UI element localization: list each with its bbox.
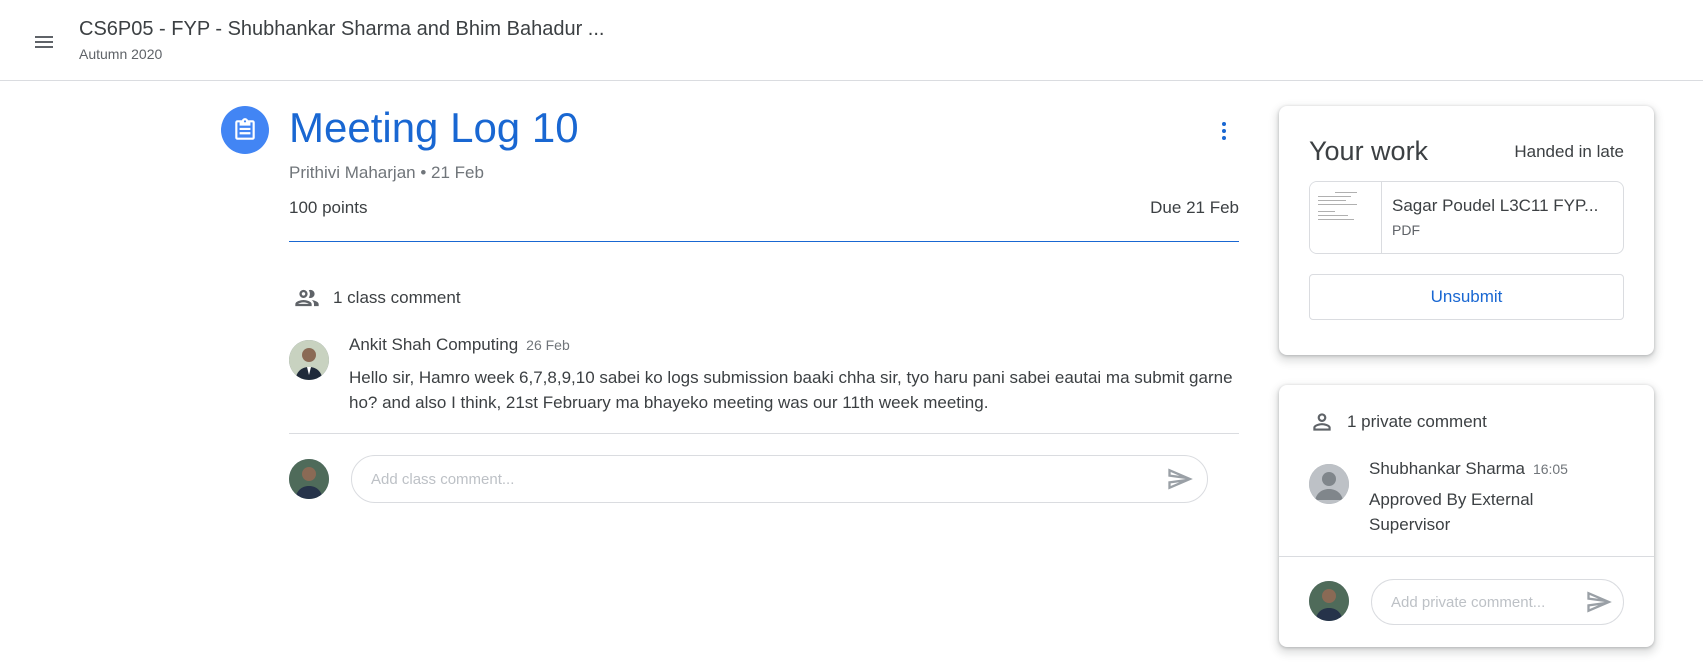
attachment-name: Sagar Poudel L3C11 FYP... [1392,196,1599,215]
title-divider [289,241,1239,242]
class-term: Autumn 2020 [79,46,163,62]
class-title[interactable]: CS6P05 - FYP - Shubhankar Sharma and Bhi… [79,18,604,41]
more-vert-icon [1222,122,1226,140]
attachment-thumbnail [1310,182,1382,253]
people-icon [295,289,319,307]
assignment-author-date: Prithivi Maharjan • 21 Feb [289,163,484,182]
send-icon [1168,468,1193,490]
private-comment-text: Approved By External Supervisor [1369,490,1534,534]
attachment-type: PDF [1392,222,1420,238]
private-comment-author: Shubhankar Sharma 16:05 [1369,459,1568,479]
comment-text: Hello sir, Hamro week 6,7,8,9,10 sabei k… [349,368,1233,412]
avatar [1309,464,1349,504]
avatar [289,340,329,380]
more-options-button[interactable] [1204,111,1244,151]
assignment-due-date: Due 21 Feb [1150,198,1239,217]
private-divider [1279,556,1654,557]
menu-button[interactable] [24,22,64,62]
private-comment-time: 16:05 [1532,461,1568,477]
class-comments-count: 1 class comment [333,288,461,307]
send-class-comment-button[interactable] [1162,461,1198,497]
attachment[interactable]: Sagar Poudel L3C11 FYP... PDF [1309,181,1624,254]
comment-author: Ankit Shah Computing 26 Feb [349,335,570,355]
private-comment-author-name: Shubhankar Sharma [1369,459,1525,478]
top-bar: CS6P05 - FYP - Shubhankar Sharma and Bhi… [0,0,1703,81]
person-icon [1313,413,1331,431]
unsubmit-button[interactable]: Unsubmit [1309,274,1624,320]
class-comments-heading[interactable]: 1 class comment [293,284,461,312]
current-user-avatar [289,459,329,499]
private-comments-count: 1 private comment [1347,412,1487,431]
assignment-title: Meeting Log 10 [289,104,579,151]
comment-author-name: Ankit Shah Computing [349,335,519,354]
submission-status: Handed in late [1514,142,1624,161]
send-private-comment-button[interactable] [1581,584,1617,620]
assignment-points: 100 points [289,198,368,217]
class-comment-input[interactable] [351,455,1208,503]
menu-icon [35,36,53,48]
comment-time: 26 Feb [526,337,570,353]
assignment-icon [221,106,269,154]
your-work-card: Your work Handed in late Sagar Poudel L3… [1279,106,1654,355]
current-user-avatar [1309,581,1349,621]
comment-divider [289,433,1239,434]
send-icon [1587,591,1612,613]
your-work-title: Your work [1309,136,1429,166]
private-comments-card: 1 private comment Shubhankar Sharma 16:05… [1279,385,1654,647]
private-comments-heading[interactable]: 1 private comment [1309,409,1487,435]
